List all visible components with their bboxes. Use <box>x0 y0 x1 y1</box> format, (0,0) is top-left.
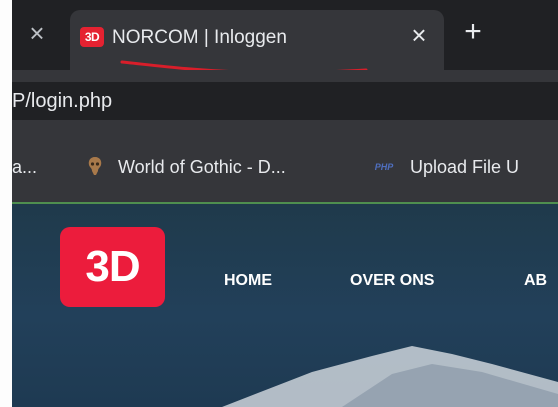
address-bar[interactable]: P/login.php <box>12 82 558 120</box>
url-text: P/login.php <box>12 90 113 112</box>
tab-title: NORCOM | Inloggen <box>112 27 287 48</box>
site-favicon-icon: 3D <box>80 27 104 47</box>
left-edge <box>0 0 12 407</box>
active-tab[interactable]: 3D NORCOM | Inloggen × <box>70 10 444 75</box>
bookmark-item-upload-file[interactable]: Upload File U <box>410 155 519 179</box>
bookmark-item-world-of-gothic[interactable]: World of Gothic - D... <box>118 155 286 179</box>
toolbar: P/login.php <box>12 70 558 131</box>
site-logo[interactable]: 3D <box>60 227 165 307</box>
nav-item-ab[interactable]: AB <box>524 270 547 292</box>
bookmark-item[interactable]: a... <box>12 155 37 179</box>
nav-home[interactable]: HOME <box>224 270 272 292</box>
tab-strip: × 3D NORCOM | Inloggen × + <box>12 0 558 75</box>
new-tab-button[interactable]: + <box>460 17 486 48</box>
web-page: 3D HOME OVER ONS AB <box>12 204 558 407</box>
gothic-skull-icon <box>86 155 104 177</box>
bookmarks-bar: a... World of Gothic - D... PHP Upload F… <box>12 131 558 203</box>
nav-over-ons[interactable]: OVER ONS <box>350 270 434 292</box>
php-icon: PHP <box>374 162 394 172</box>
browser-window: × 3D NORCOM | Inloggen × + P/login.php a… <box>0 0 558 407</box>
tab-close-icon[interactable]: × <box>406 22 432 48</box>
previous-tab-close-icon[interactable]: × <box>26 20 48 46</box>
